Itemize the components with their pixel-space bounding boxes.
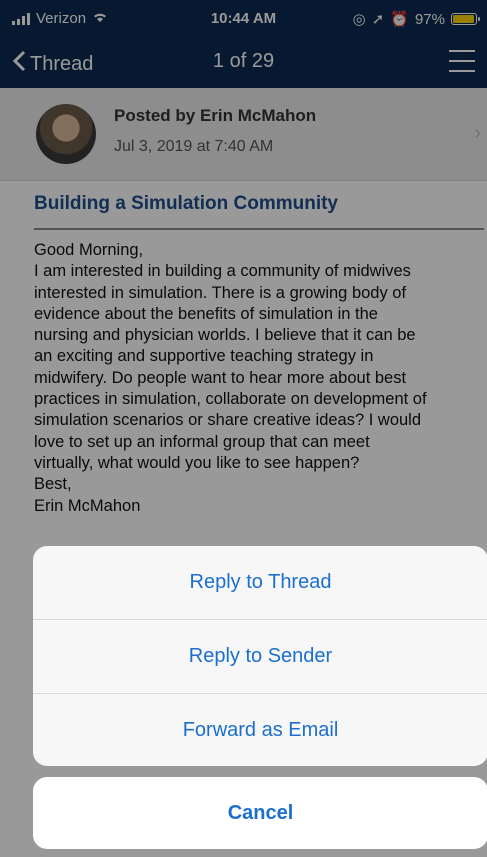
forward-as-email-button[interactable]: Forward as Email: [33, 694, 487, 766]
reply-to-thread-button[interactable]: Reply to Thread: [33, 546, 487, 620]
reply-to-sender-button[interactable]: Reply to Sender: [33, 620, 487, 694]
action-sheet: Reply to Thread Reply to Sender Forward …: [33, 546, 487, 766]
cancel-button[interactable]: Cancel: [33, 777, 487, 849]
